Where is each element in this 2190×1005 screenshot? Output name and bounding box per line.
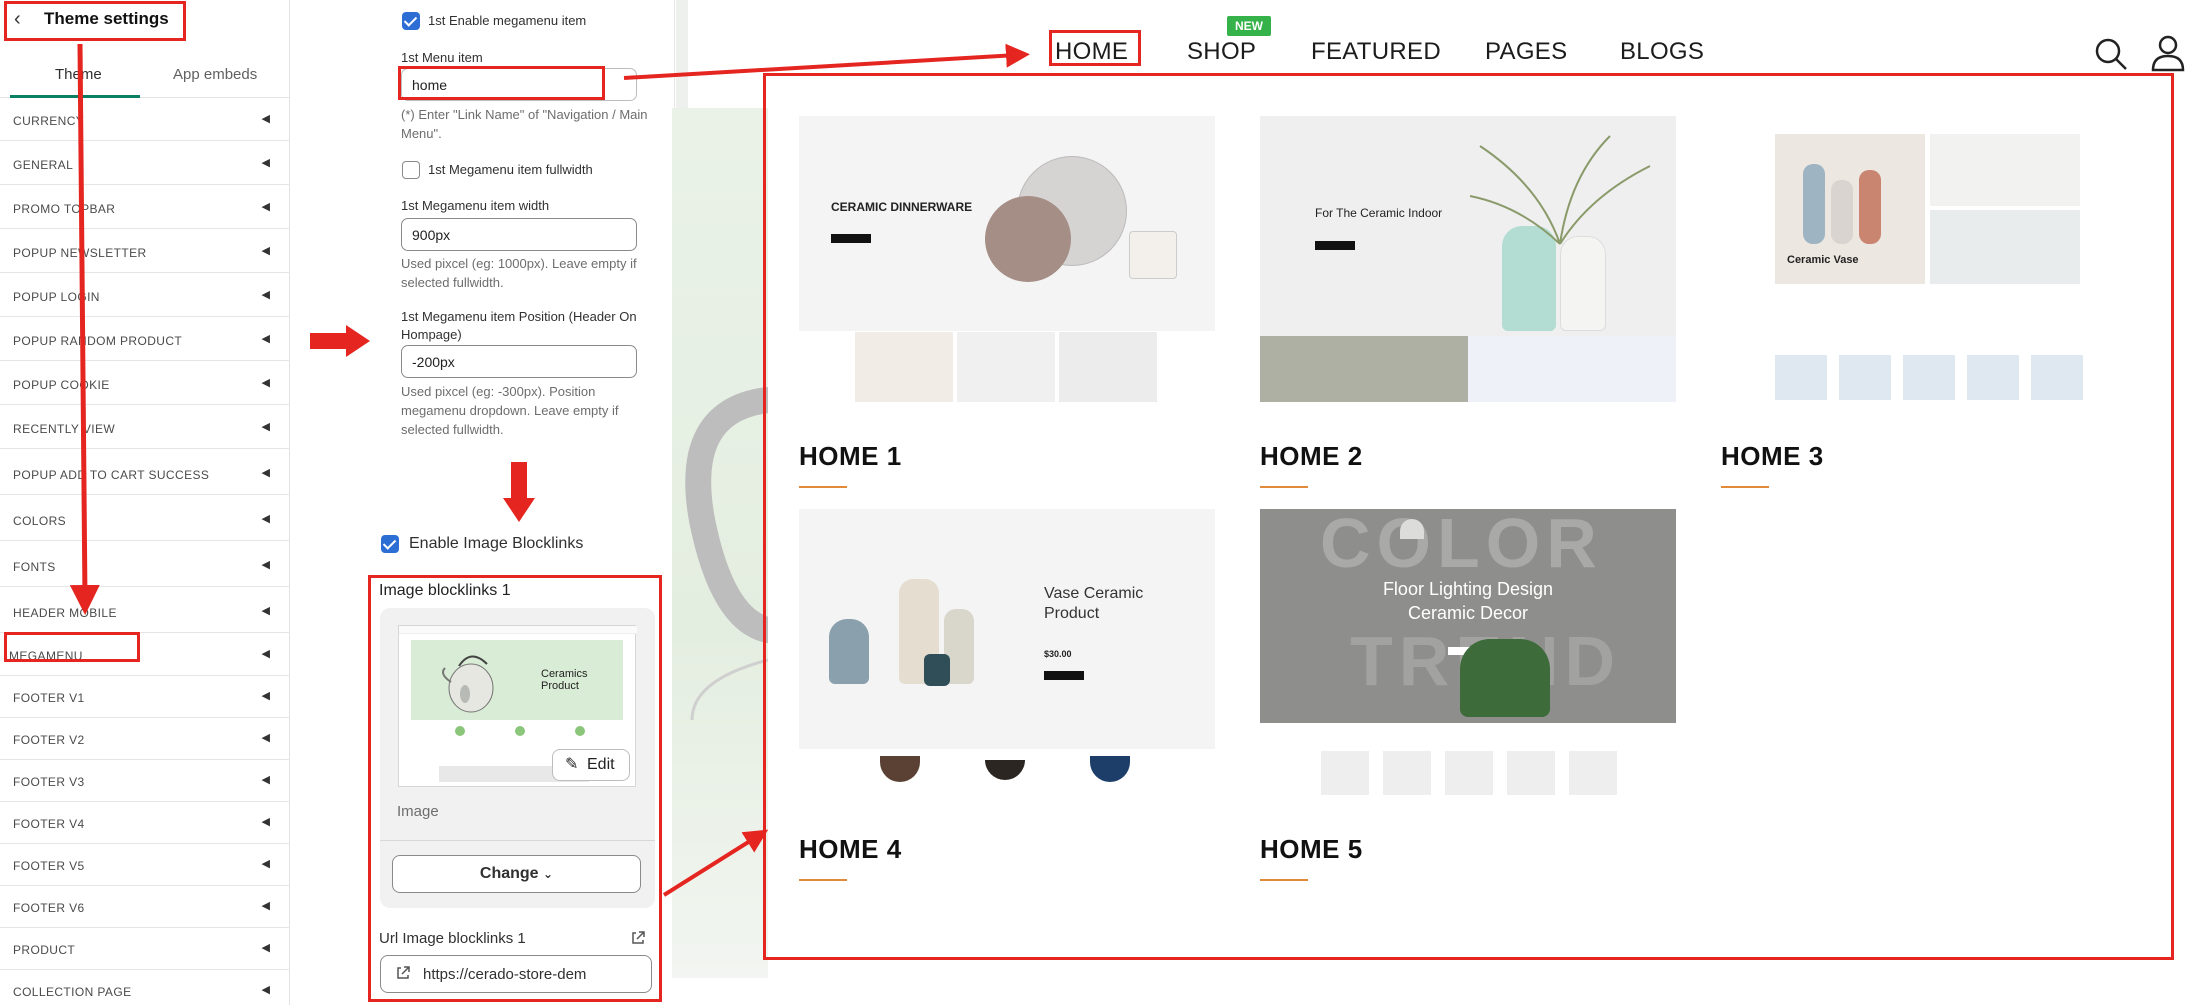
page: ‹ Theme settings Theme App embeds CURREN… [0,0,2190,1005]
annotation-arrows [69,43,1030,897]
arrow-to-dropdown [662,829,769,897]
arrow-to-home [623,43,1030,80]
arrow-right-head [346,325,370,357]
arrow-down [69,43,100,615]
arrow-down-mid-head [503,498,535,522]
